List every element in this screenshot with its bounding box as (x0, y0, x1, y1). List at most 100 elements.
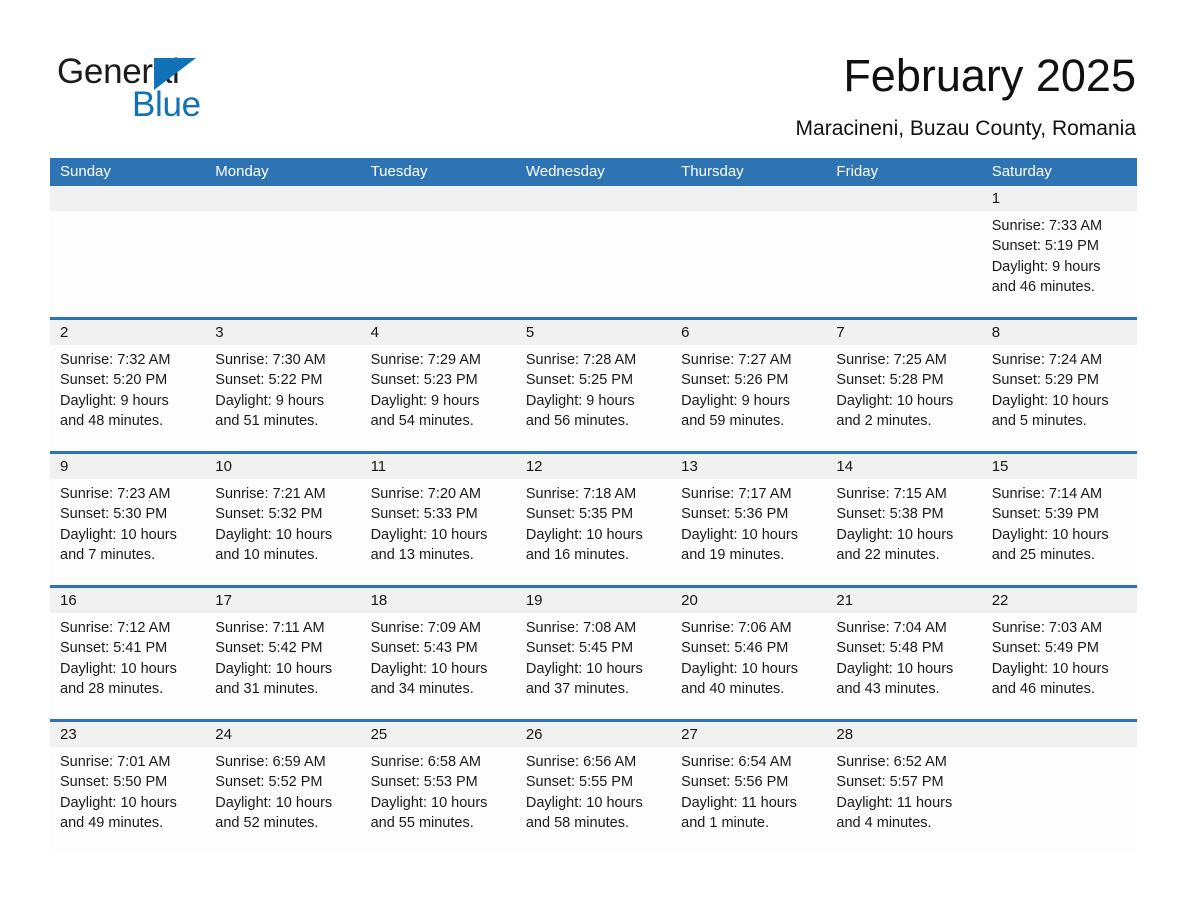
calendar-day-cell[interactable]: 11 Sunrise: 7:20 AM Sunset: 5:33 PM Dayligh… (360, 454, 516, 585)
daylight-text-line2: and 59 minutes. (681, 412, 785, 429)
day-number: 6 (681, 324, 690, 341)
weekday-sunday: Sunday (60, 163, 111, 180)
daylight-text-line1: Daylight: 10 hours (991, 392, 1109, 409)
day-number-band: 19 (515, 588, 672, 613)
calendar-day-cell[interactable]: 1 Sunrise: 7:33 AM Sunset: 5:19 PM Daylight… (981, 186, 1137, 317)
day-number-band: 11 (360, 454, 516, 479)
calendar-day-cell[interactable]: 16 Sunrise: 7:12 AM Sunset: 5:41 PM Dayligh… (50, 588, 206, 719)
calendar-day-cell[interactable]: 20 Sunrise: 7:06 AM Sunset: 5:46 PM Dayligh… (671, 588, 827, 719)
day-number-band: 17 (205, 588, 361, 613)
daylight-text-line1: Daylight: 9 hours (370, 392, 480, 409)
calendar-day-cell[interactable]: 8 Sunrise: 7:24 AM Sunset: 5:29 PM Daylight… (981, 320, 1137, 451)
daylight-text-line1: Daylight: 9 hours (991, 258, 1101, 275)
page-title: February 2025 (843, 50, 1136, 101)
calendar-day-cell[interactable]: 27 Sunrise: 6:54 AM Sunset: 5:56 PM Dayligh… (671, 722, 827, 853)
day-number: 8 (991, 324, 1001, 341)
calendar-day-cell[interactable]: 18 Sunrise: 7:09 AM Sunset: 5:43 PM Dayligh… (360, 588, 516, 719)
day-details: Sunrise: 7:21 AM Sunset: 5:32 PM Daylight:… (205, 479, 360, 565)
sunrise-text: Sunrise: 7:11 AM (215, 620, 325, 636)
day-number: 14 (836, 458, 854, 475)
daylight-text-line2: and 13 minutes. (370, 546, 474, 563)
sunrise-text: Sunrise: 7:15 AM (836, 486, 947, 502)
day-details: Sunrise: 7:33 AM Sunset: 5:19 PM Daylight:… (982, 211, 1137, 297)
day-number-band: 2 (50, 320, 206, 345)
sunset-text: Sunset: 5:45 PM (525, 640, 634, 657)
calendar-day-cell[interactable]: 28 Sunrise: 6:52 AM Sunset: 5:57 PM Dayligh… (826, 722, 982, 853)
sunset-text: Sunset: 5:35 PM (525, 506, 634, 523)
sunrise-text: Sunrise: 7:04 AM (836, 620, 947, 636)
page-header: General Blue February 2025 Maracineni, B… (0, 0, 1188, 155)
daylight-text-line1: Daylight: 10 hours (991, 660, 1109, 677)
calendar-day-cell[interactable]: 9 Sunrise: 7:23 AM Sunset: 5:30 PM Daylight… (50, 454, 206, 585)
calendar-page: General Blue February 2025 Maracineni, B… (0, 0, 1188, 918)
daylight-text-line2: and 10 minutes. (215, 546, 319, 563)
weekday-thursday: Thursday (681, 163, 744, 180)
daylight-text-line2: and 51 minutes. (215, 412, 319, 429)
daylight-text-line2: and 31 minutes. (215, 680, 319, 697)
day-number: 15 (991, 458, 1009, 475)
day-number-band (826, 186, 982, 211)
day-number: 12 (525, 458, 543, 475)
day-number-band: 23 (50, 722, 206, 747)
calendar-day-cell[interactable]: 3 Sunrise: 7:30 AM Sunset: 5:22 PM Daylight… (205, 320, 361, 451)
daylight-text-line1: Daylight: 10 hours (525, 660, 643, 677)
calendar-day-cell[interactable]: 2 Sunrise: 7:32 AM Sunset: 5:20 PM Daylight… (50, 320, 206, 451)
day-details: Sunrise: 6:59 AM Sunset: 5:52 PM Daylight:… (205, 747, 360, 833)
day-details: Sunrise: 7:04 AM Sunset: 5:48 PM Daylight:… (826, 613, 981, 699)
calendar-day-cell[interactable]: 19 Sunrise: 7:08 AM Sunset: 5:45 PM Dayligh… (515, 588, 672, 719)
day-number-band: 12 (515, 454, 672, 479)
calendar-day-cell[interactable]: 26 Sunrise: 6:56 AM Sunset: 5:55 PM Dayligh… (515, 722, 672, 853)
sunrise-text: Sunrise: 7:24 AM (991, 352, 1103, 368)
calendar-day-cell[interactable]: 17 Sunrise: 7:11 AM Sunset: 5:42 PM Dayligh… (205, 588, 361, 719)
sunset-text: Sunset: 5:36 PM (681, 506, 789, 523)
calendar-week-row: 9 Sunrise: 7:23 AM Sunset: 5:30 PM Daylight… (50, 451, 1137, 585)
calendar-day-cell[interactable]: 22 Sunrise: 7:03 AM Sunset: 5:49 PM Dayligh… (981, 588, 1137, 719)
daylight-text-line2: and 25 minutes. (991, 546, 1095, 563)
calendar-day-cell[interactable]: 24 Sunrise: 6:59 AM Sunset: 5:52 PM Dayligh… (205, 722, 361, 853)
calendar-day-cell[interactable]: 5 Sunrise: 7:28 AM Sunset: 5:25 PM Daylight… (515, 320, 672, 451)
sunrise-text: Sunrise: 6:54 AM (681, 754, 792, 770)
calendar-day-cell[interactable]: 21 Sunrise: 7:04 AM Sunset: 5:48 PM Dayligh… (826, 588, 982, 719)
day-number: 9 (60, 458, 69, 475)
day-number: 20 (681, 592, 698, 609)
sunrise-text: Sunrise: 7:20 AM (370, 486, 481, 502)
daylight-text-line1: Daylight: 10 hours (60, 660, 177, 677)
sunrise-text: Sunrise: 7:30 AM (215, 352, 326, 368)
day-details: Sunrise: 7:29 AM Sunset: 5:23 PM Daylight:… (361, 345, 516, 431)
calendar-day-cell[interactable]: 7 Sunrise: 7:25 AM Sunset: 5:28 PM Daylight… (826, 320, 982, 451)
sunset-text: Sunset: 5:33 PM (370, 506, 478, 523)
calendar-day-cell[interactable]: 6 Sunrise: 7:27 AM Sunset: 5:26 PM Daylight… (671, 320, 827, 451)
calendar-day-cell[interactable]: 23 Sunrise: 7:01 AM Sunset: 5:50 PM Dayligh… (50, 722, 206, 853)
daylight-text-line2: and 7 minutes. (60, 546, 156, 563)
day-number-band: 5 (515, 320, 672, 345)
day-number-band: 6 (671, 320, 827, 345)
daylight-text-line1: Daylight: 10 hours (681, 660, 799, 677)
weekday-tuesday: Tuesday (370, 163, 428, 180)
sunrise-text: Sunrise: 7:09 AM (370, 620, 481, 636)
daylight-text-line2: and 46 minutes. (991, 680, 1095, 697)
daylight-text-line1: Daylight: 10 hours (370, 526, 488, 543)
calendar-day-cell[interactable]: 4 Sunrise: 7:29 AM Sunset: 5:23 PM Daylight… (360, 320, 516, 451)
calendar-day-cell[interactable]: 12 Sunrise: 7:18 AM Sunset: 5:35 PM Dayligh… (515, 454, 672, 585)
generalblue-logo[interactable]: General Blue (57, 52, 287, 124)
day-number: 10 (215, 458, 232, 475)
daylight-text-line2: and 52 minutes. (215, 814, 319, 831)
sunrise-text: Sunrise: 6:58 AM (370, 754, 481, 770)
logo-text-blue: Blue (132, 85, 201, 124)
day-number-band: 1 (981, 186, 1137, 211)
daylight-text-line2: and 28 minutes. (60, 680, 164, 697)
day-number-band (50, 186, 206, 211)
daylight-text-line2: and 1 minute. (681, 814, 770, 831)
day-details: Sunrise: 7:12 AM Sunset: 5:41 PM Daylight:… (50, 613, 205, 699)
calendar-day-cell[interactable]: 10 Sunrise: 7:21 AM Sunset: 5:32 PM Dayligh… (205, 454, 361, 585)
calendar-day-cell[interactable]: 15 Sunrise: 7:14 AM Sunset: 5:39 PM Dayligh… (981, 454, 1137, 585)
day-number: 3 (215, 324, 224, 341)
sunset-text: Sunset: 5:28 PM (836, 372, 944, 389)
calendar-day-cell[interactable]: 13 Sunrise: 7:17 AM Sunset: 5:36 PM Dayligh… (671, 454, 827, 585)
day-number-band: 16 (50, 588, 206, 613)
calendar-day-cell[interactable]: 25 Sunrise: 6:58 AM Sunset: 5:53 PM Dayligh… (360, 722, 516, 853)
daylight-text-line1: Daylight: 10 hours (215, 794, 333, 811)
daylight-text-line1: Daylight: 10 hours (370, 660, 488, 677)
calendar-day-cell[interactable]: 14 Sunrise: 7:15 AM Sunset: 5:38 PM Dayligh… (826, 454, 982, 585)
calendar-weekday-header: Sunday Monday Tuesday Wednesday Thursday… (50, 158, 1137, 186)
